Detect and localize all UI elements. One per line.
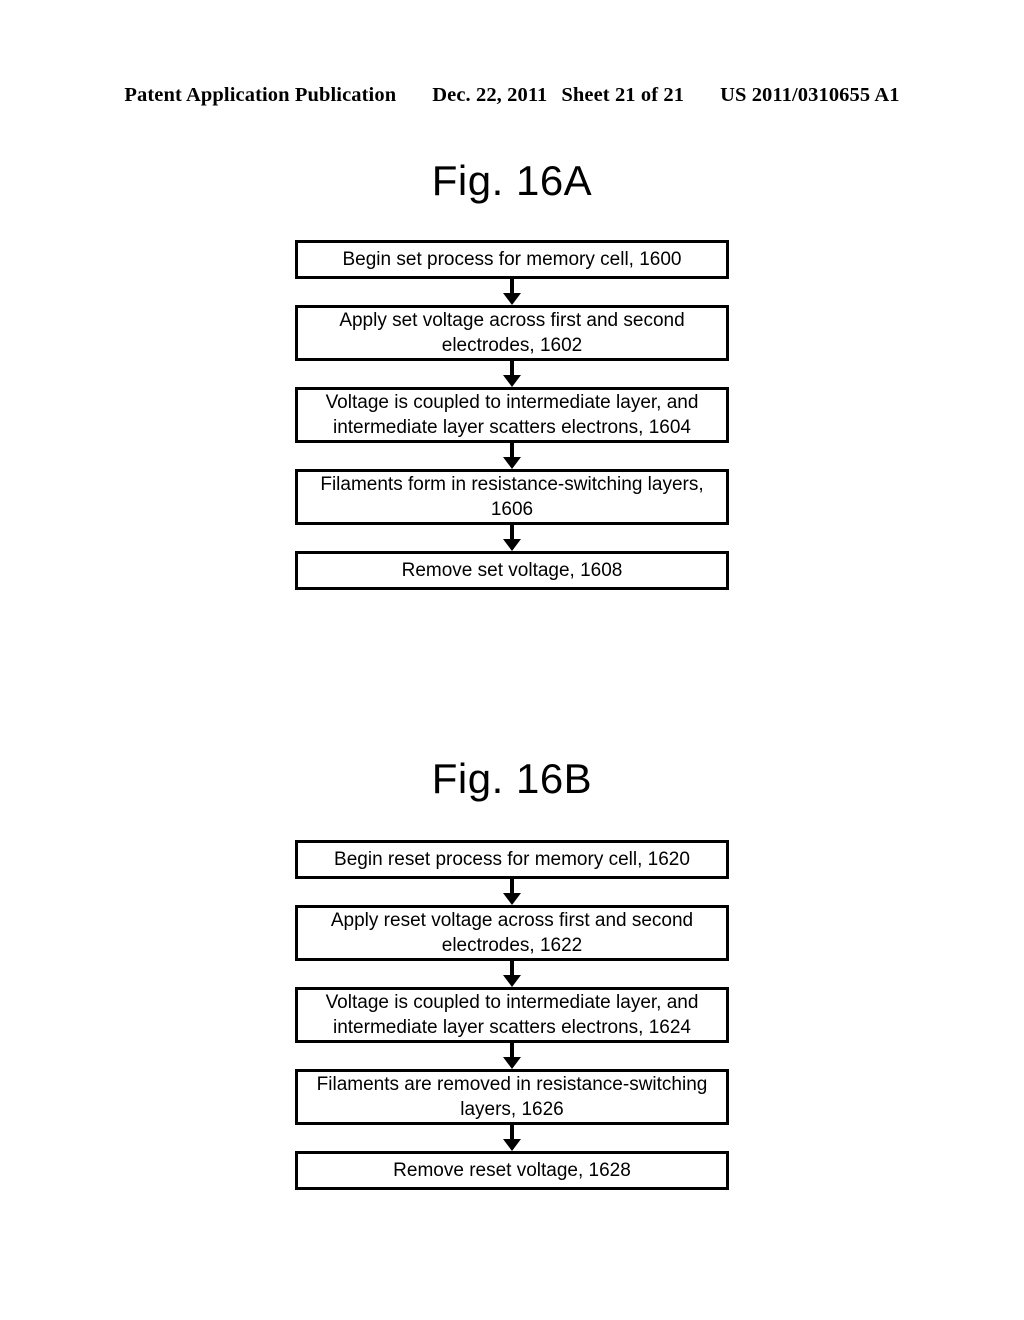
- flow-arrow-1624-1626: [295, 1043, 729, 1069]
- publication-number: US 2011/0310655 A1: [720, 84, 900, 106]
- flow-node-label: Begin reset process for memory cell, 162…: [334, 849, 690, 870]
- figure-16b-title: Fig. 16B: [431, 755, 593, 802]
- flow-node-1622: Apply reset voltage across first and sec…: [295, 905, 729, 961]
- arrow-head-icon: [503, 1057, 521, 1069]
- publication-label: Patent Application Publication: [124, 84, 397, 106]
- figure-16b: Fig. 16B Begin reset process for memory …: [0, 756, 1024, 1190]
- figure-16a: Fig. 16A Begin set process for memory ce…: [0, 158, 1024, 590]
- sheet-number: Sheet 21 of 21: [561, 84, 685, 106]
- flow-node-1602: Apply set voltage across first and secon…: [295, 305, 729, 361]
- flow-node-1604: Voltage is coupled to intermediate layer…: [295, 387, 729, 443]
- flow-node-label: Begin set process for memory cell, 1600: [342, 249, 682, 270]
- flow-arrow-1620-1622: [295, 879, 729, 905]
- flow-node-1628: Remove reset voltage, 1628: [295, 1151, 729, 1190]
- flow-arrow-1626-1628: [295, 1125, 729, 1151]
- flow-arrow-1604-1606: [295, 443, 729, 469]
- flow-node-label: Apply set voltage across first and secon…: [339, 310, 685, 356]
- flow-node-label: Apply reset voltage across first and sec…: [330, 910, 694, 956]
- flow-node-1608: Remove set voltage, 1608: [295, 551, 729, 590]
- arrow-head-icon: [503, 1139, 521, 1151]
- flow-node-1600: Begin set process for memory cell, 1600: [295, 240, 729, 279]
- publication-date: Dec. 22, 2011: [432, 84, 548, 106]
- patent-drawing-page: Patent Application Publication Dec. 22, …: [0, 0, 1024, 1320]
- flow-node-label: Remove set voltage, 1608: [401, 560, 623, 581]
- arrow-head-icon: [503, 975, 521, 987]
- flow-arrow-1622-1624: [295, 961, 729, 987]
- flow-node-1620: Begin reset process for memory cell, 162…: [295, 840, 729, 879]
- arrow-head-icon: [503, 375, 521, 387]
- flow-node-label: Filaments are removed in resistance-swit…: [316, 1074, 708, 1120]
- running-header: Patent Application Publication Dec. 22, …: [0, 84, 1024, 107]
- arrow-head-icon: [503, 893, 521, 905]
- flow-node-1624: Voltage is coupled to intermediate layer…: [295, 987, 729, 1043]
- flow-node-label: Filaments form in resistance-switching l…: [320, 474, 704, 520]
- flow-node-label: Remove reset voltage, 1628: [393, 1160, 631, 1181]
- figure-16a-flowchart: Begin set process for memory cell, 1600 …: [295, 240, 729, 590]
- arrow-head-icon: [503, 293, 521, 305]
- arrow-head-icon: [503, 457, 521, 469]
- flow-arrow-1606-1608: [295, 525, 729, 551]
- flow-node-label: Voltage is coupled to intermediate layer…: [325, 392, 699, 438]
- flow-node-1606: Filaments form in resistance-switching l…: [295, 469, 729, 525]
- flow-arrow-1600-1602: [295, 279, 729, 305]
- flow-arrow-1602-1604: [295, 361, 729, 387]
- flow-node-label: Voltage is coupled to intermediate layer…: [325, 992, 699, 1038]
- figure-16b-flowchart: Begin reset process for memory cell, 162…: [295, 840, 729, 1190]
- flow-node-1626: Filaments are removed in resistance-swit…: [295, 1069, 729, 1125]
- figure-16a-title: Fig. 16A: [431, 157, 593, 204]
- arrow-head-icon: [503, 539, 521, 551]
